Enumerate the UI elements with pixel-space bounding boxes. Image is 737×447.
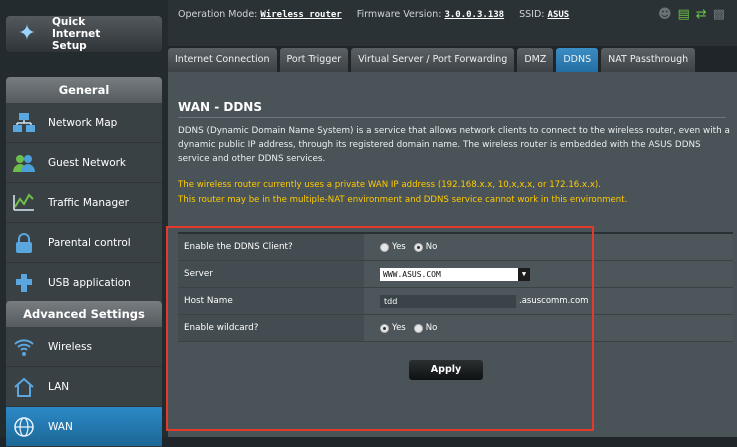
operation-mode-link[interactable]: Wireless router	[260, 10, 341, 20]
enable-ddns-yes-radio[interactable]	[380, 242, 389, 252]
internet-status-icon[interactable]: ⇄	[696, 7, 707, 22]
sidebar-item-guest-network[interactable]: Guest Network	[6, 143, 162, 183]
host-name-row: Host Name tdd .asuscomm.com	[178, 288, 733, 315]
top-status-bar: Operation Mode: Wireless router Firmware…	[168, 0, 737, 46]
apply-button[interactable]: Apply	[409, 360, 483, 380]
wan-icon	[10, 413, 38, 441]
server-row: Server WWW.ASUS.COM ▼	[178, 261, 733, 288]
sidebar: ✦ Quick Internet Setup General Network M…	[0, 0, 168, 447]
sidebar-item-label: Guest Network	[48, 156, 127, 169]
host-name-input[interactable]: tdd	[380, 294, 516, 308]
ddns-settings-table: Enable the DDNS Client? Yes No Server WW…	[178, 232, 733, 342]
wildcard-yes-radio[interactable]	[380, 323, 389, 333]
chevron-down-icon: ▼	[518, 267, 530, 281]
sidebar-item-label: Traffic Manager	[48, 196, 129, 209]
page-title: WAN - DDNS	[178, 100, 262, 114]
lan-icon	[10, 373, 38, 401]
no-label: No	[425, 323, 438, 333]
server-select-value: WWW.ASUS.COM	[383, 269, 441, 279]
quick-internet-setup-button[interactable]: ✦ Quick Internet Setup	[6, 16, 162, 52]
advanced-menu: Wireless LAN WAN	[6, 327, 162, 447]
main-content: WAN - DDNS DDNS (Dynamic Domain Name Sys…	[168, 72, 737, 437]
enable-ddns-no-radio[interactable]	[413, 242, 423, 252]
sidebar-item-label: Wireless	[48, 340, 92, 353]
firmware-label: Firmware Version:	[356, 9, 442, 20]
enable-ddns-label: Enable the DDNS Client?	[178, 234, 364, 260]
enable-ddns-row: Enable the DDNS Client? Yes No	[178, 234, 733, 261]
no-label: No	[425, 242, 438, 252]
yes-label: Yes	[392, 323, 406, 333]
tab-bar: Internet Connection Port Trigger Virtual…	[168, 46, 698, 72]
sidebar-item-label: Network Map	[48, 116, 118, 129]
host-name-label: Host Name	[178, 288, 364, 314]
ddns-description: DDNS (Dynamic Domain Name System) is a s…	[178, 126, 730, 165]
sidebar-item-network-map[interactable]: Network Map	[6, 103, 162, 143]
usb-application-icon	[10, 269, 38, 297]
status-line: Operation Mode: Wireless router Firmware…	[178, 9, 569, 20]
guest-network-icon	[10, 149, 38, 177]
parental-control-icon	[10, 229, 38, 257]
tab-nat-passthrough[interactable]: NAT Passthrough	[601, 48, 696, 72]
sidebar-item-label: Parental control	[48, 236, 131, 249]
ssid-label: SSID:	[519, 9, 545, 20]
server-label: Server	[178, 261, 364, 287]
sidebar-item-label: LAN	[48, 380, 70, 393]
users-icon[interactable]: ☻	[658, 7, 672, 22]
sidebar-item-traffic-manager[interactable]: Traffic Manager	[6, 183, 162, 223]
host-name-suffix: .asuscomm.com	[519, 296, 589, 306]
printer-icon[interactable]: ▩	[713, 7, 725, 22]
firmware-version-link[interactable]: 3.0.0.3.138	[444, 10, 504, 20]
operation-mode-label: Operation Mode:	[178, 9, 258, 20]
status-icons: ☻ ▤ ⇄ ▩	[658, 7, 725, 22]
tab-internet-connection[interactable]: Internet Connection	[168, 48, 277, 72]
sidebar-item-parental-control[interactable]: Parental control	[6, 223, 162, 263]
wireless-icon	[10, 333, 38, 361]
tab-dmz[interactable]: DMZ	[517, 48, 554, 72]
sidebar-item-wan[interactable]: WAN	[6, 407, 162, 447]
tab-ddns[interactable]: DDNS	[556, 48, 599, 72]
warning-line: The wireless router currently uses a pri…	[178, 180, 601, 190]
sidebar-item-label: USB application	[48, 276, 131, 289]
general-heading: General	[6, 77, 162, 103]
network-map-icon	[10, 109, 38, 137]
tab-port-trigger[interactable]: Port Trigger	[279, 48, 349, 72]
sidebar-item-usb-application[interactable]: USB application	[6, 263, 162, 303]
private-ip-warning: The wireless router currently uses a pri…	[178, 178, 733, 207]
quick-internet-setup-label: Quick Internet Setup	[52, 16, 101, 52]
usb-status-icon[interactable]: ▤	[678, 7, 690, 22]
warning-line: This router may be in the multiple-NAT e…	[178, 194, 628, 205]
general-menu: Network Map Guest Network Traffic Manage…	[6, 103, 162, 303]
server-select[interactable]: WWW.ASUS.COM ▼	[380, 267, 530, 281]
traffic-manager-icon	[10, 189, 38, 217]
sidebar-item-lan[interactable]: LAN	[6, 367, 162, 407]
advanced-settings-heading: Advanced Settings	[6, 301, 162, 327]
title-divider	[178, 117, 726, 118]
wildcard-label: Enable wildcard?	[178, 315, 364, 341]
tab-virtual-server[interactable]: Virtual Server / Port Forwarding	[351, 48, 515, 72]
sidebar-item-label: WAN	[48, 420, 73, 433]
wildcard-no-radio[interactable]	[413, 323, 423, 333]
sidebar-item-wireless[interactable]: Wireless	[6, 327, 162, 367]
yes-label: Yes	[392, 242, 406, 252]
wand-icon: ✦	[17, 21, 37, 46]
wildcard-row: Enable wildcard? Yes No	[178, 315, 733, 342]
ssid-link[interactable]: ASUS	[548, 10, 570, 20]
